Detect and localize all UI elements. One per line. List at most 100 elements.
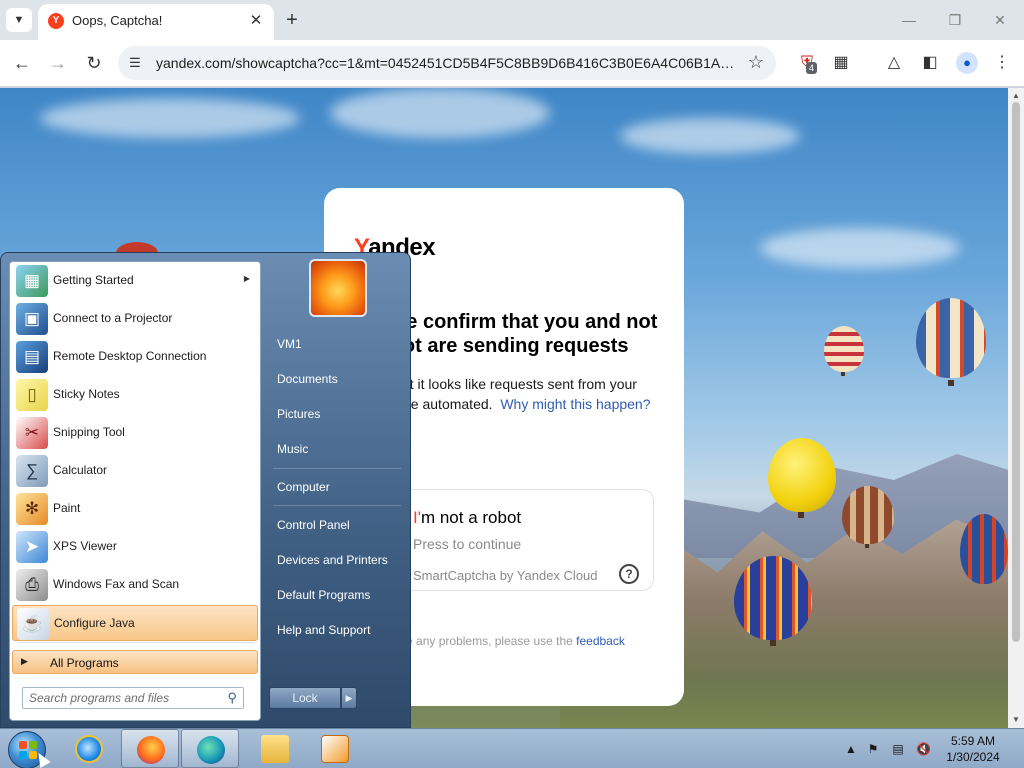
tab-search-chevron-icon[interactable]: ▼ (6, 8, 32, 32)
snipping-tool-icon: ✂ (16, 417, 48, 449)
link-computer[interactable]: Computer (269, 472, 405, 502)
link-music[interactable]: Music (269, 434, 405, 464)
program-label: Calculator (53, 463, 108, 477)
edge-icon (197, 736, 225, 764)
program-label: Getting Started (53, 273, 134, 287)
forward-arrow-icon[interactable]: → (45, 50, 71, 76)
program-snipping-tool[interactable]: ✂ Snipping Tool (12, 415, 258, 451)
browser-tab[interactable]: Y Oops, Captcha! ✕ (38, 4, 274, 40)
restore-icon[interactable]: ❐ (943, 8, 967, 32)
tab-title: Oops, Captcha! (72, 13, 163, 28)
scroll-thumb[interactable] (1012, 102, 1020, 642)
program-label: Windows Fax and Scan (53, 577, 180, 591)
extension-badge: 4 (806, 62, 818, 74)
program-remote-desktop[interactable]: ▤ Remote Desktop Connection (12, 339, 258, 375)
why-link[interactable]: Why might this happen? (500, 396, 650, 412)
link-pictures[interactable]: Pictures (269, 399, 405, 429)
power-options-arrow-icon[interactable]: ▶ (341, 687, 357, 709)
bookmark-star-icon[interactable]: ☆ (748, 52, 764, 73)
program-label: XPS Viewer (53, 539, 117, 553)
all-programs-arrow-icon: ▶ (21, 656, 28, 666)
firefox-icon (137, 736, 165, 764)
taskbar-file-explorer[interactable] (246, 729, 304, 768)
system-clock[interactable]: 5:59 AM 1/30/2024 (934, 733, 1012, 765)
menu-kebab-icon[interactable]: ⋮ (991, 52, 1013, 74)
cloud (330, 88, 550, 138)
scroll-down-icon[interactable]: ▼ (1008, 714, 1024, 726)
new-tab-plus-icon[interactable]: + (280, 8, 304, 32)
media-player-icon (321, 735, 349, 763)
link-documents[interactable]: Documents (269, 364, 405, 394)
program-configure-java[interactable]: ☕ Configure Java (12, 605, 258, 641)
tab-close-icon[interactable]: ✕ (246, 11, 266, 31)
hot-air-balloon (824, 326, 864, 372)
volume-muted-icon[interactable]: 🔇 (916, 742, 931, 756)
lock-button[interactable]: Lock (269, 687, 341, 709)
paint-icon: ✻ (16, 493, 48, 525)
program-calculator[interactable]: ∑ Calculator (12, 453, 258, 489)
not-robot-label[interactable]: I'm not a robot (413, 508, 521, 528)
yandex-favicon-icon: Y (48, 13, 64, 29)
hot-air-balloon (768, 438, 836, 512)
browser-tab-strip: ▼ Y Oops, Captcha! ✕ + — ❐ ✕ (0, 0, 1024, 40)
link-devices-printers[interactable]: Devices and Printers (269, 545, 405, 575)
places-divider (273, 468, 401, 469)
show-hidden-icons-icon[interactable]: ▲ (844, 742, 858, 756)
submenu-arrow-icon: ▶ (243, 274, 250, 283)
balloon-basket (865, 544, 869, 548)
cloud (40, 98, 300, 138)
extensions-puzzle-icon[interactable]: ▦ (830, 52, 852, 74)
minimize-icon[interactable]: — (897, 8, 921, 32)
feedback-link[interactable]: feedback (576, 634, 625, 648)
program-connect-projector[interactable]: ▣ Connect to a Projector (12, 301, 258, 337)
all-programs-button[interactable]: ▶ All Programs (12, 650, 258, 674)
user-picture-avatar[interactable] (309, 259, 367, 317)
network-icon[interactable]: ▤ (891, 742, 905, 756)
start-menu: ▦ Getting Started ▶ ▣ Connect to a Proje… (0, 252, 411, 728)
site-settings-icon[interactable]: ☰ (126, 54, 144, 72)
cloud (620, 118, 800, 154)
link-default-programs[interactable]: Default Programs (269, 580, 405, 610)
taskbar-edge[interactable] (181, 729, 239, 768)
address-bar[interactable]: ☰ yandex.com/showcaptcha?cc=1&mt=0452451… (118, 46, 776, 80)
places-divider (273, 505, 401, 506)
page-scrollbar[interactable]: ▲ ▼ (1008, 88, 1024, 728)
extension-shield-icon[interactable]: ⛨ 4 (796, 52, 818, 74)
program-label: Configure Java (54, 616, 135, 630)
back-arrow-icon[interactable]: ← (9, 50, 35, 76)
profile-avatar-icon[interactable]: ● (956, 52, 978, 74)
help-question-icon[interactable]: ? (619, 564, 639, 584)
press-to-continue: Press to continue (413, 536, 522, 552)
action-center-flag-icon[interactable]: ⚑ (866, 742, 880, 756)
projector-icon: ▣ (16, 303, 48, 335)
xps-viewer-icon: ➤ (16, 531, 48, 563)
balloon-basket (841, 372, 845, 376)
link-user-folder[interactable]: VM1 (269, 329, 405, 359)
program-getting-started[interactable]: ▦ Getting Started ▶ (12, 263, 258, 299)
search-magnifier-icon[interactable]: ⚲ (227, 690, 237, 706)
program-paint[interactable]: ✻ Paint (12, 491, 258, 527)
scroll-up-icon[interactable]: ▲ (1008, 90, 1024, 102)
window-close-icon[interactable]: ✕ (988, 8, 1012, 32)
start-search-box[interactable]: ⚲ (22, 687, 244, 709)
url-text[interactable]: yandex.com/showcaptcha?cc=1&mt=0452451CD… (156, 55, 736, 71)
taskbar-internet-explorer[interactable] (60, 729, 118, 768)
labs-flask-icon[interactable]: △ (883, 52, 905, 74)
balloon-basket (770, 640, 776, 646)
program-xps-viewer[interactable]: ➤ XPS Viewer (12, 529, 258, 565)
taskbar-media-player[interactable] (306, 729, 364, 768)
start-search-input[interactable] (29, 691, 219, 705)
program-sticky-notes[interactable]: ▯ Sticky Notes (12, 377, 258, 413)
side-panel-icon[interactable]: ◧ (919, 52, 941, 74)
program-fax-scan[interactable]: ⎙ Windows Fax and Scan (12, 567, 258, 603)
reload-icon[interactable]: ↻ (81, 50, 107, 76)
java-icon: ☕ (17, 608, 49, 640)
sticky-notes-icon: ▯ (16, 379, 48, 411)
start-menu-places-pane: VM1 Documents Pictures Music Computer Co… (263, 253, 411, 729)
start-menu-divider (18, 642, 254, 643)
link-help-support[interactable]: Help and Support (269, 615, 405, 645)
all-programs-label: All Programs (50, 656, 119, 670)
remote-desktop-icon: ▤ (16, 341, 48, 373)
taskbar-firefox[interactable] (121, 729, 179, 768)
link-control-panel[interactable]: Control Panel (269, 510, 405, 540)
